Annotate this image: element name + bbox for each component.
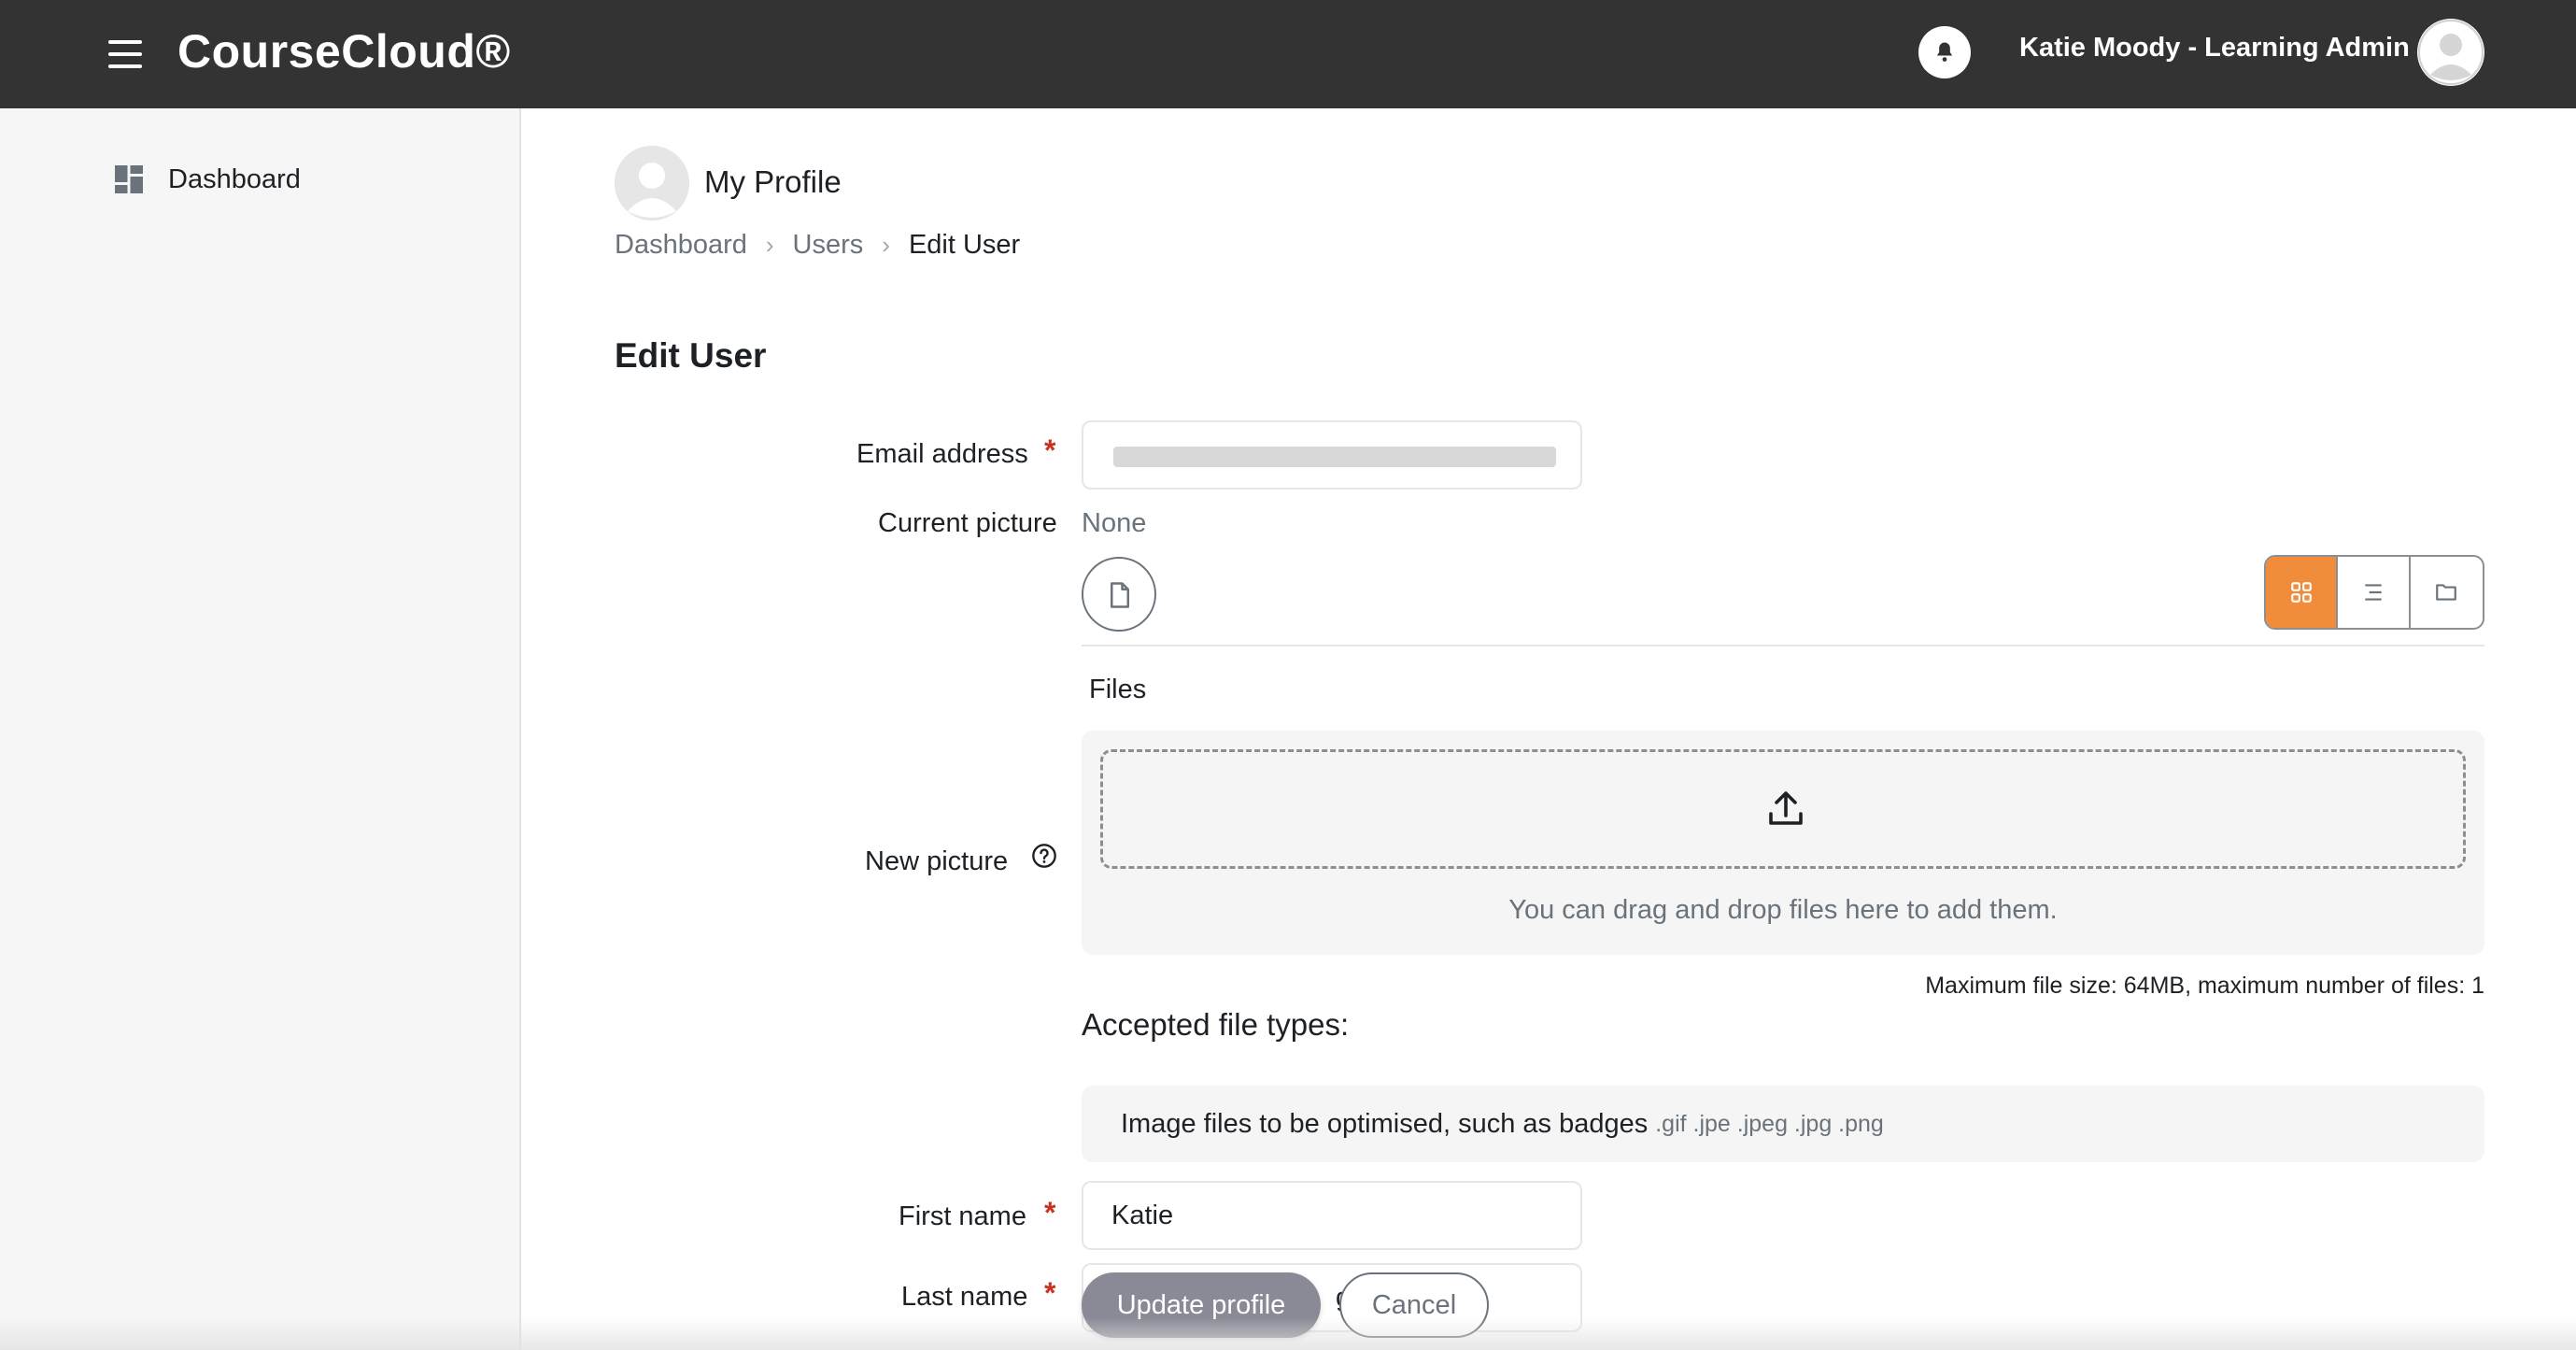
sidebar: Dashboard xyxy=(0,108,521,1350)
update-profile-button[interactable]: Update profile xyxy=(1082,1272,1321,1338)
add-file-button[interactable] xyxy=(1082,557,1156,632)
new-picture-label: New picture xyxy=(865,846,1009,876)
email-label: Email address xyxy=(856,439,1028,469)
grid-icon xyxy=(2290,582,2312,603)
chevron-right-icon: › xyxy=(765,231,774,259)
list-view-button[interactable] xyxy=(2338,557,2411,628)
profile-avatar xyxy=(615,146,689,220)
accepted-file-types-title: Accepted file types: xyxy=(1082,1007,1350,1042)
breadcrumb: Dashboard › Users › Edit User xyxy=(615,230,1020,261)
folder-icon xyxy=(2436,584,2457,601)
file-icon xyxy=(1111,582,1129,608)
email-field[interactable] xyxy=(1082,420,1582,490)
breadcrumb-dashboard[interactable]: Dashboard xyxy=(615,230,747,261)
user-menu-name[interactable]: Katie Moody - Learning Admin xyxy=(2019,33,2410,64)
accepted-type-name: Image files to be optimised, such as bad… xyxy=(1121,1108,1649,1139)
upload-icon xyxy=(1769,791,1803,825)
first-name-field[interactable]: Katie xyxy=(1082,1181,1582,1250)
breadcrumb-edit-user: Edit User xyxy=(908,230,1021,260)
folder-view-button[interactable] xyxy=(2411,557,2483,628)
accepted-types-box: Image files to be optimised, such as bad… xyxy=(1082,1086,2484,1162)
dropzone-area[interactable] xyxy=(1100,749,2466,869)
chevron-right-icon: › xyxy=(882,231,890,259)
redacted-email-value xyxy=(1113,447,1556,467)
first-name-label: First name xyxy=(899,1201,1026,1231)
dashboard-icon xyxy=(115,165,143,193)
current-picture-value: None xyxy=(1082,508,1147,538)
first-name-value: Katie xyxy=(1111,1200,1174,1230)
dropzone-hint: You can drag and drop files here to add … xyxy=(1508,895,2058,925)
file-dropzone[interactable]: You can drag and drop files here to add … xyxy=(1082,731,2484,955)
brand-logo[interactable]: CourseCloud® xyxy=(177,24,511,78)
cancel-button[interactable]: Cancel xyxy=(1339,1272,1489,1338)
help-icon[interactable] xyxy=(1031,843,1057,869)
breadcrumb-users[interactable]: Users xyxy=(793,230,864,261)
max-file-size-text: Maximum file size: 64MB, maximum number … xyxy=(1925,973,2484,999)
top-navbar: CourseCloud® Katie Moody - Learning Admi… xyxy=(0,0,2576,108)
menu-icon[interactable] xyxy=(108,40,142,68)
required-mark: * xyxy=(1044,433,1056,467)
list-icon xyxy=(2365,584,2382,601)
files-label: Files xyxy=(1089,675,1147,704)
grid-view-button[interactable] xyxy=(2266,557,2339,628)
notification-bell-icon[interactable] xyxy=(1918,26,1971,78)
divider xyxy=(1082,645,2484,647)
current-picture-label: Current picture xyxy=(878,508,1057,538)
sidebar-item-dashboard[interactable]: Dashboard xyxy=(112,161,301,198)
view-toggle-group xyxy=(2264,555,2484,630)
sidebar-item-label: Dashboard xyxy=(168,163,301,194)
user-avatar[interactable] xyxy=(2417,19,2484,86)
required-mark: * xyxy=(1044,1196,1056,1229)
required-mark: * xyxy=(1044,1276,1056,1310)
page-title: My Profile xyxy=(704,164,842,199)
accepted-type-extensions: .gif .jpe .jpeg .jpg .png xyxy=(1655,1110,1884,1137)
last-name-label: Last name xyxy=(901,1282,1028,1312)
form-title: Edit User xyxy=(615,336,767,375)
